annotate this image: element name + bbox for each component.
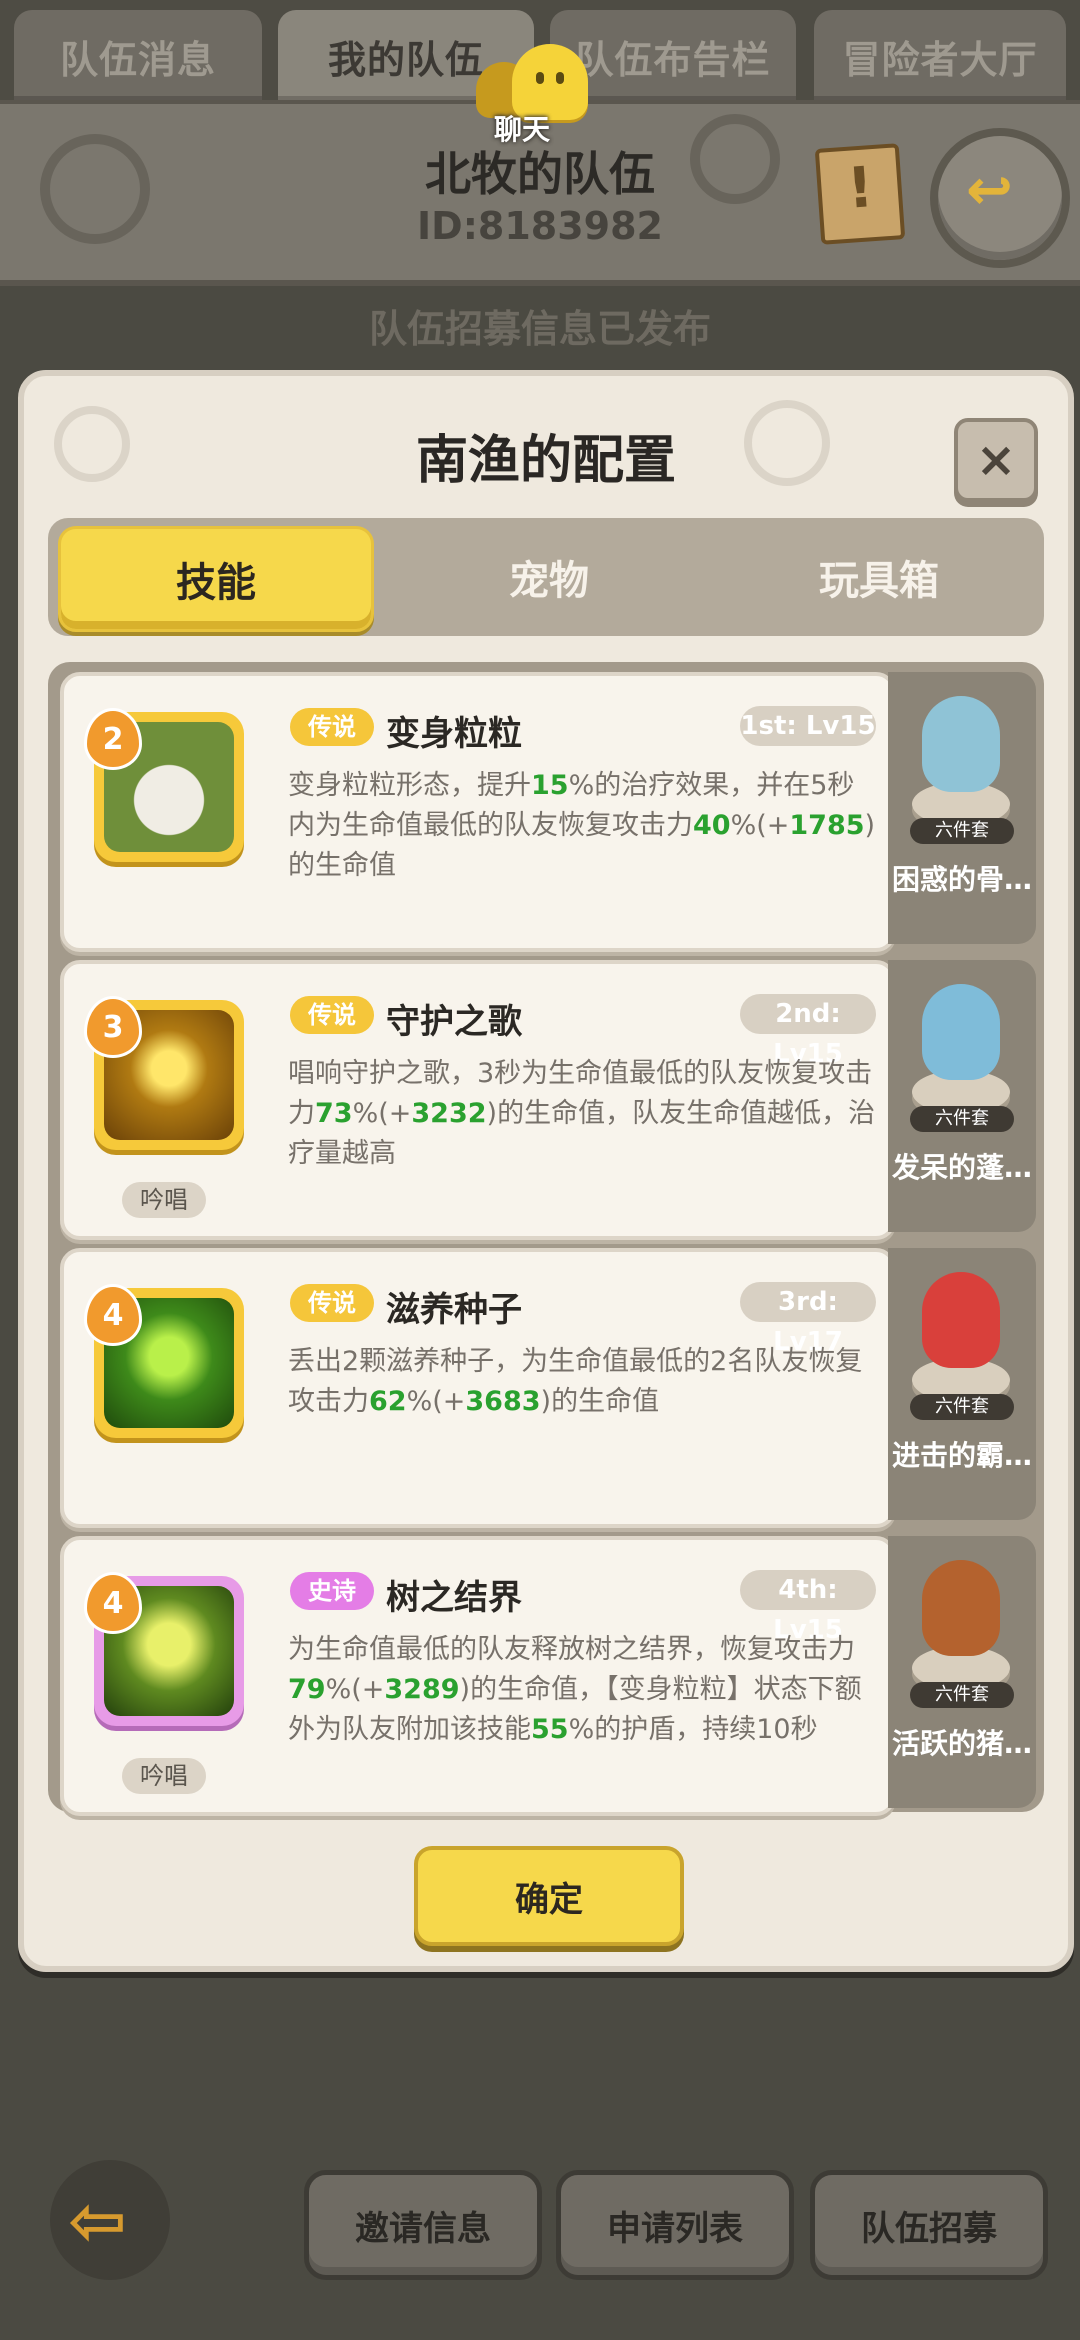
skill-description: 变身粒粒形态，提升15%的治疗效果，并在5秒内为生命值最低的队友恢复攻击力40%… <box>288 766 880 886</box>
set-tag: 六件套 <box>910 1106 1014 1132</box>
skill-rank-badge: 4 <box>84 1284 142 1346</box>
pet-slot[interactable]: 六件套 进击的霸… <box>888 1248 1036 1520</box>
skill-level: 2nd: Lv15 <box>740 994 876 1069</box>
ram-pet-icon <box>922 984 1000 1080</box>
skill-rank-badge: 4 <box>84 1572 142 1634</box>
chat-label: 聊天 <box>494 113 551 146</box>
recruit-status-text: 队伍招募信息已发布 <box>368 307 711 351</box>
skill-level: 3rd: Lv17 <box>740 1282 876 1357</box>
desc-value: 3232 <box>411 1098 487 1129</box>
application-list-button[interactable]: 申请列表 <box>556 2170 794 2280</box>
skill-level: 1st: Lv15 <box>740 706 876 746</box>
set-tag: 六件套 <box>910 1394 1014 1420</box>
tab-adventurer-hall[interactable]: 冒险者大厅 <box>814 10 1066 102</box>
desc-text: %的护盾，持续10秒 <box>568 1714 818 1745</box>
skill-card[interactable]: 4 吟唱 史诗 树之结界 4th: Lv15 为生命值最低的队友释放树之结界，恢… <box>60 1536 896 1816</box>
skill-description: 丢出2颗滋养种子，为生命值最低的2名队友恢复攻击力62%(+3683)的生命值 <box>288 1342 880 1422</box>
eye <box>536 72 544 84</box>
pet-slot[interactable]: 六件套 困惑的骨… <box>888 672 1036 944</box>
desc-text: )的生命值 <box>540 1386 660 1417</box>
desc-value: 3683 <box>465 1386 541 1417</box>
pet-name: 活跃的猪… <box>891 1727 1032 1760</box>
tab-pets[interactable]: 宠物 <box>384 518 714 636</box>
pet-figure <box>906 688 1016 838</box>
skill-rank-badge: 3 <box>84 996 142 1058</box>
rarity-badge: 传说 <box>290 1284 374 1322</box>
desc-value: 40 <box>693 810 731 841</box>
rarity-badge: 传说 <box>290 996 374 1034</box>
eye <box>556 72 564 84</box>
chat-button[interactable]: 聊天 <box>466 36 596 146</box>
desc-value: 73 <box>315 1098 353 1129</box>
desc-value: 55 <box>531 1714 569 1745</box>
confirm-button[interactable]: 确定 <box>414 1846 684 1946</box>
team-recruit-button[interactable]: 队伍招募 <box>810 2170 1048 2280</box>
tab-team-messages[interactable]: 队伍消息 <box>14 10 262 102</box>
chant-tag: 吟唱 <box>122 1758 206 1794</box>
skill-name: 树之结界 <box>386 1578 522 1618</box>
set-tag: 六件套 <box>910 818 1014 844</box>
desc-value: 79 <box>288 1674 326 1705</box>
rarity-badge: 传说 <box>290 708 374 746</box>
set-tag: 六件套 <box>910 1682 1014 1708</box>
pet-figure <box>906 976 1016 1126</box>
loadout-dialog: 南渔的配置 × 技能 宠物 玩具箱 2 传说 变身粒粒 1st: Lv15 变身… <box>18 370 1074 1972</box>
desc-value: 15 <box>531 770 569 801</box>
desc-value: 1785 <box>789 810 865 841</box>
dialog-title: 南渔的配置 <box>415 431 676 491</box>
exit-team-button[interactable]: ↩ <box>930 128 1070 268</box>
invite-info-button[interactable]: 邀请信息 <box>304 2170 542 2280</box>
pet-slot[interactable]: 六件套 发呆的蓬… <box>888 960 1036 1232</box>
exit-icon: ↩ <box>966 158 1013 223</box>
team-id: ID:8183982 <box>417 204 663 248</box>
chant-tag: 吟唱 <box>122 1182 206 1218</box>
pet-figure <box>906 1552 1016 1702</box>
scroll-icon[interactable] <box>814 143 906 245</box>
back-arrow-icon: ⇦ <box>68 2180 127 2262</box>
desc-text: 变身粒粒形态，提升 <box>288 770 531 801</box>
skill-list: 2 传说 变身粒粒 1st: Lv15 变身粒粒形态，提升15%的治疗效果，并在… <box>48 662 1044 1816</box>
tab-skills[interactable]: 技能 <box>58 526 374 632</box>
pet-name: 进击的霸… <box>891 1439 1032 1472</box>
skill-card[interactable]: 3 吟唱 传说 守护之歌 2nd: Lv15 唱响守护之歌，3秒为生命值最低的队… <box>60 960 896 1240</box>
skill-name: 变身粒粒 <box>386 714 522 754</box>
skill-rank-badge: 2 <box>84 708 142 770</box>
skill-description: 唱响守护之歌，3秒为生命值最低的队友恢复攻击力73%(+3232)的生命值，队友… <box>288 1054 880 1174</box>
pet-figure <box>906 1264 1016 1414</box>
desc-text: %(+ <box>406 1386 466 1417</box>
skill-card[interactable]: 4 传说 滋养种子 3rd: Lv17 丢出2颗滋养种子，为生命值最低的2名队友… <box>60 1248 896 1528</box>
back-button[interactable]: ⇦ <box>50 2160 170 2280</box>
desc-text: %(+ <box>325 1674 385 1705</box>
tab-toybox[interactable]: 玩具箱 <box>714 518 1044 636</box>
pet-name: 发呆的蓬… <box>891 1151 1032 1184</box>
skill-level: 4th: Lv15 <box>740 1570 876 1645</box>
boar-pet-icon <box>922 1560 1000 1656</box>
desc-value: 3289 <box>384 1674 460 1705</box>
close-icon: × <box>975 432 1017 488</box>
dragon-pet-icon <box>922 696 1000 792</box>
skill-description: 为生命值最低的队友释放树之结界，恢复攻击力79%(+3289)的生命值，【变身粒… <box>288 1630 880 1750</box>
pet-slot[interactable]: 六件套 活跃的猪… <box>888 1536 1036 1808</box>
dino-pet-icon <box>922 1272 1000 1368</box>
skill-card[interactable]: 2 传说 变身粒粒 1st: Lv15 变身粒粒形态，提升15%的治疗效果，并在… <box>60 672 896 952</box>
desc-value: 62 <box>369 1386 407 1417</box>
loadout-tab-bar: 技能 宠物 玩具箱 <box>48 518 1044 636</box>
skill-name: 滋养种子 <box>386 1290 522 1330</box>
skill-name: 守护之歌 <box>386 1002 522 1042</box>
close-button[interactable]: × <box>954 418 1038 502</box>
rarity-badge: 史诗 <box>290 1572 374 1610</box>
desc-text: %(+ <box>352 1098 412 1129</box>
desc-text: 为生命值最低的队友释放树之结界，恢复攻击力 <box>288 1634 855 1665</box>
pet-name: 困惑的骨… <box>891 863 1032 896</box>
desc-text: %(+ <box>730 810 790 841</box>
